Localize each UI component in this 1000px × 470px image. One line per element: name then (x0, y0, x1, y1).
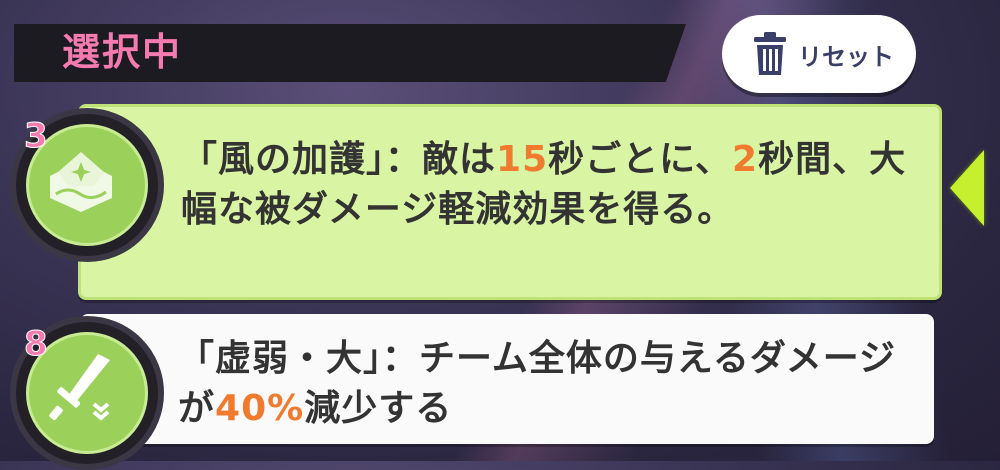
page-title: 選択中 (62, 30, 183, 74)
effect-badge: 3 (10, 108, 164, 262)
scroll-arrow-left-icon[interactable] (950, 150, 984, 226)
trash-icon (754, 32, 786, 75)
effect-description: 「風の加護」：敵は15秒ごとに、2秒間、大幅な被ダメージ軽減効果を得る。 (181, 139, 907, 230)
effect-level: 8 (24, 324, 49, 365)
effect-badge: 8 (10, 316, 164, 470)
effect-card[interactable]: 「虚弱・大」：チーム全体の与えるダメージが40%減少する (80, 314, 934, 444)
wind-protection-icon (50, 152, 112, 212)
reset-button[interactable]: リセット (722, 15, 916, 93)
reset-button-label: リセット (798, 42, 894, 71)
effect-level: 3 (24, 116, 49, 157)
effect-card-selected[interactable]: 「風の加護」：敵は15秒ごとに、2秒間、大幅な被ダメージ軽減効果を得る。 (78, 104, 942, 300)
effect-description: 「虚弱・大」：チーム全体の与えるダメージが40%減少する (178, 338, 897, 429)
weakened-sword-icon (49, 354, 110, 421)
